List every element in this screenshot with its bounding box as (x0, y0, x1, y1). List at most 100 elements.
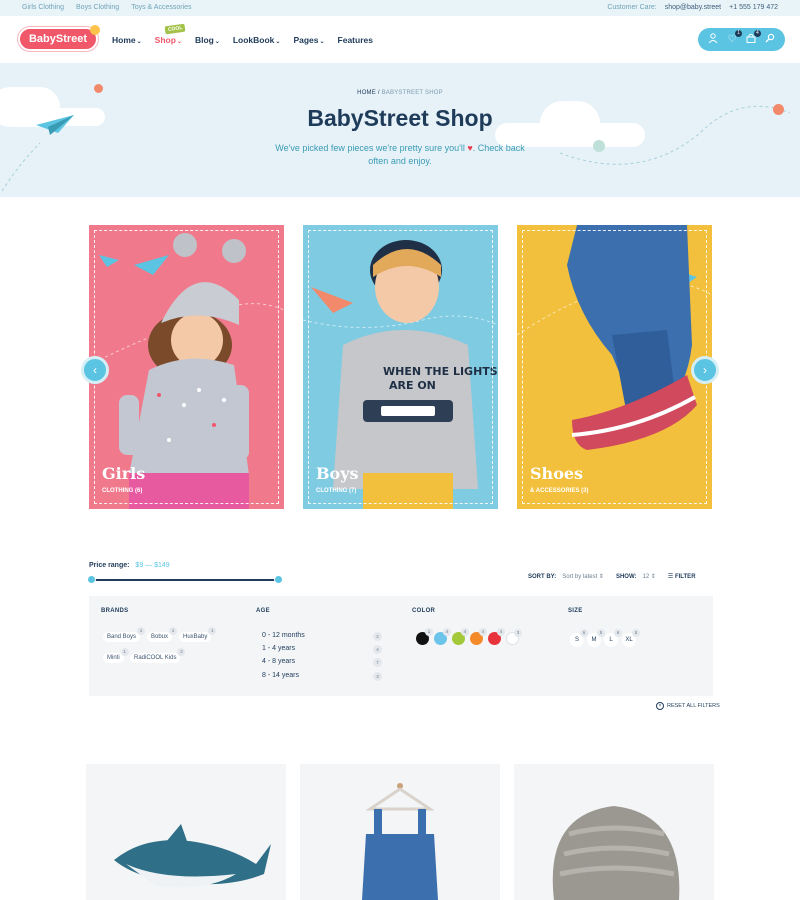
top-bar: Girls Clothing Boys Clothing Toys & Acce… (0, 0, 800, 16)
cart-icon[interactable]: 4 (744, 29, 761, 47)
site-header: BabyStreet Home⌄ COOL Shop⌄ Blog⌄ LookBoo… (0, 16, 800, 63)
age-option[interactable]: 8 - 14 years 3 (262, 672, 382, 681)
age-option[interactable]: 1 - 4 years 4 (262, 645, 382, 654)
color-count: 3 (514, 629, 522, 637)
size-count: 6 (614, 629, 622, 637)
support-email[interactable]: shop@baby.street (665, 4, 721, 11)
category-carousel: Girls CLOTHING (6) WHEN THE LIGHTS ARE O… (0, 197, 800, 527)
price-slider-min-handle[interactable] (87, 575, 96, 584)
age-option[interactable]: 4 - 8 years 7 (262, 658, 382, 667)
nav-label: Pages (293, 35, 319, 45)
size-option[interactable]: S6 (570, 629, 588, 647)
breadcrumb-home[interactable]: HOME (357, 90, 376, 96)
nav-item-home[interactable]: Home⌄ (112, 35, 142, 45)
dashed-frame (522, 230, 707, 504)
chevron-down-icon: ⌄ (136, 39, 142, 45)
category-title: Shoes (530, 464, 584, 483)
show-select[interactable]: 12 ⇕ (643, 573, 656, 580)
brand-name: HuxBaby (183, 634, 208, 640)
brand-tag[interactable]: Bobux 1 (147, 627, 178, 642)
account-icon[interactable] (706, 32, 720, 47)
topbar-link-toys[interactable]: Toys & Accessories (131, 4, 191, 11)
price-range-label: Price range: (89, 562, 130, 569)
carousel-prev-button[interactable]: ‹ (81, 356, 109, 384)
color-swatch-white[interactable]: 3 (506, 629, 522, 645)
updown-icon: ⇕ (650, 574, 656, 580)
filter-panel: BRANDS Band Boys 1 Bobux 1 HuxBaby 1 Minti 1… (89, 596, 713, 696)
nav-label: LookBook (232, 35, 275, 45)
brands-heading: BRANDS (101, 608, 129, 614)
size-option[interactable]: L6 (604, 629, 622, 647)
color-swatch-orange[interactable]: 4 (470, 628, 487, 645)
site-logo[interactable]: BabyStreet (18, 25, 100, 51)
brand-tag[interactable]: Band Boys 1 (103, 627, 146, 642)
size-heading: SIZE (568, 608, 583, 614)
color-swatch-green[interactable]: 4 (452, 628, 469, 645)
age-heading: AGE (256, 608, 270, 614)
brand-name: Band Boys (107, 634, 137, 640)
price-range: Price range: $9 — $149 (89, 562, 170, 569)
wishlist-count: 1 (735, 29, 743, 37)
search-icon[interactable] (763, 33, 777, 47)
carousel-next-button[interactable]: › (691, 356, 719, 384)
dot-decoration (593, 140, 605, 152)
show-value: 12 (642, 574, 650, 580)
color-swatch-black[interactable]: 1 (416, 628, 433, 645)
category-subtitle: CLOTHING (7) (316, 488, 357, 494)
support-phone[interactable]: +1 555 179 472 (729, 4, 778, 11)
nav-item-features[interactable]: Features (338, 35, 373, 45)
chevron-down-icon: ⌄ (214, 39, 220, 45)
category-card-girls[interactable]: Girls CLOTHING (6) (89, 225, 284, 509)
color-count: 4 (443, 628, 451, 636)
hero-banner: HOME / BABYSTREET SHOP BabyStreet Shop W… (0, 63, 800, 197)
color-count: 1 (425, 628, 433, 636)
brand-tag[interactable]: HuxBaby 1 (179, 627, 217, 642)
age-count: 2 (373, 632, 382, 641)
sort-select[interactable]: Sort by latest ⇕ (562, 573, 604, 580)
reset-filters-button[interactable]: × RESET ALL FILTERS (656, 702, 720, 710)
logo-badge-icon (90, 25, 100, 35)
nav-item-blog[interactable]: Blog⌄ (195, 35, 220, 45)
logo-text: BabyStreet (28, 33, 88, 45)
color-swatch-red[interactable]: 4 (488, 628, 505, 645)
brand-tag[interactable]: RadiCOOL Kids 2 (130, 648, 186, 663)
nav-label: Features (337, 35, 373, 45)
nav-item-shop[interactable]: COOL Shop⌄ (154, 23, 186, 45)
product-card[interactable] (86, 764, 286, 900)
filter-toggle[interactable]: ☰ FILTER (668, 573, 696, 580)
reset-label: RESET ALL FILTERS (667, 703, 720, 709)
category-title: Boys (316, 464, 359, 483)
brand-count: 1 (208, 627, 217, 635)
category-card-boys[interactable]: WHEN THE LIGHTS ARE ON Boys CLOTHING (7) (303, 225, 498, 509)
topbar-link-boys[interactable]: Boys Clothing (76, 4, 119, 11)
category-subtitle: & ACCESSORIES (3) (530, 488, 589, 494)
sort-label: SORT BY: (528, 573, 557, 580)
topbar-link-girls[interactable]: Girls Clothing (22, 4, 64, 11)
product-card[interactable] (300, 764, 500, 900)
product-image-jeans-overalls (362, 783, 438, 900)
age-count: 4 (373, 645, 382, 654)
sort-bar: SORT BY: Sort by latest ⇕ SHOW: 12 ⇕ ☰ F… (528, 573, 696, 581)
nav-label: Home (112, 35, 136, 45)
nav-label: Shop (154, 35, 176, 45)
dashed-frame (94, 230, 279, 504)
size-option[interactable]: M5 (587, 629, 605, 647)
age-option[interactable]: 0 - 12 months 2 (262, 632, 382, 641)
price-slider-max-handle[interactable] (274, 575, 283, 584)
chevron-down-icon: ⌄ (275, 39, 281, 45)
filter-icon: ☰ (667, 574, 674, 580)
wishlist-icon[interactable]: ♡ 1 (725, 29, 743, 47)
color-swatch-blue[interactable]: 4 (434, 628, 451, 645)
nav-item-pages[interactable]: Pages⌄ (293, 35, 324, 45)
brand-tag[interactable]: Minti 1 (103, 648, 129, 663)
customer-care-label: Customer Care: (607, 4, 657, 11)
updown-icon: ⇕ (598, 574, 604, 580)
product-card[interactable] (514, 764, 714, 900)
nav-item-lookbook[interactable]: LookBook⌄ (233, 35, 281, 45)
category-card-shoes[interactable]: Shoes & ACCESSORIES (3) (517, 225, 712, 509)
size-option[interactable]: XL 5 (622, 629, 640, 647)
chevron-down-icon: ⌄ (176, 39, 182, 45)
price-slider-track[interactable] (91, 579, 279, 581)
color-count: 4 (461, 628, 469, 636)
cart-count: 4 (753, 29, 761, 37)
